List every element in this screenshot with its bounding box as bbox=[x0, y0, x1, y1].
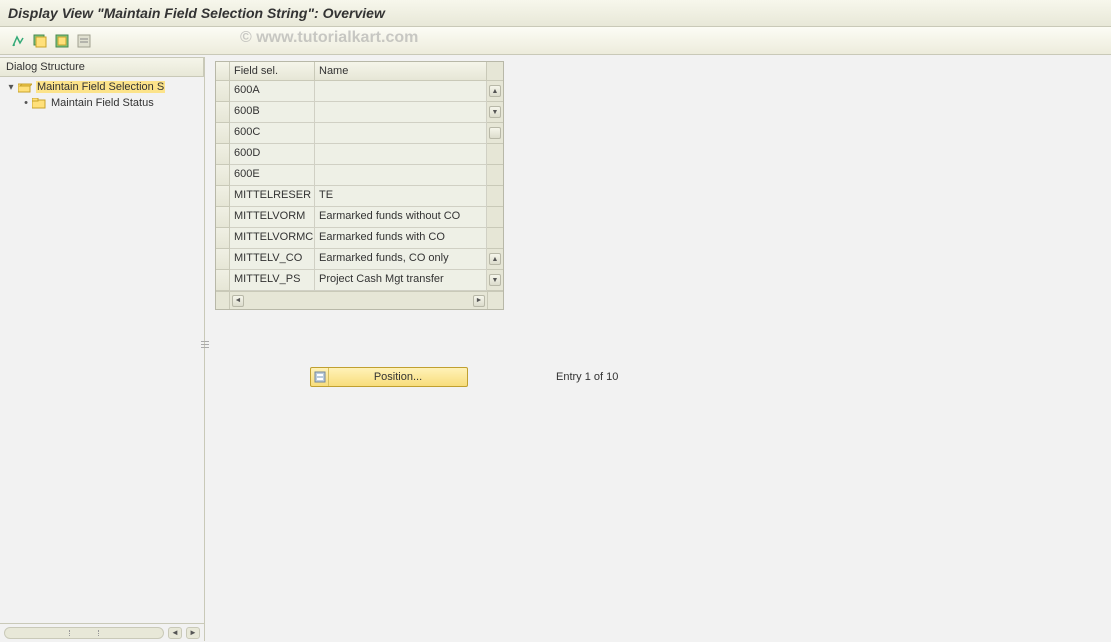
cell-field-sel[interactable]: 600C bbox=[230, 123, 315, 144]
vscroll-cell: ▼ bbox=[487, 270, 503, 291]
table-row: 600C bbox=[216, 123, 503, 144]
hscroll-left-icon[interactable]: ◄ bbox=[168, 627, 182, 639]
column-header-name[interactable]: Name bbox=[315, 62, 487, 80]
cell-field-sel[interactable]: MITTELVORM bbox=[230, 207, 315, 228]
cell-field-sel[interactable]: MITTELRESER bbox=[230, 186, 315, 207]
table-row: MITTELV_COEarmarked funds, CO only▲ bbox=[216, 249, 503, 270]
cell-field-sel[interactable]: 600D bbox=[230, 144, 315, 165]
vscroll-up-icon[interactable]: ▲ bbox=[489, 253, 501, 265]
vscroll-cell bbox=[487, 123, 503, 144]
splitter-handle[interactable] bbox=[201, 332, 209, 356]
title-text: Display View "Maintain Field Selection S… bbox=[8, 5, 385, 21]
dialog-structure-panel: Dialog Structure ▾ Maintain Field Select… bbox=[0, 57, 205, 641]
cell-field-sel[interactable]: MITTELV_CO bbox=[230, 249, 315, 270]
select-block-icon[interactable] bbox=[52, 32, 72, 50]
row-selector[interactable] bbox=[216, 228, 230, 249]
tree-toggle-icon[interactable]: ▾ bbox=[6, 82, 16, 93]
tree: ▾ Maintain Field Selection S • Maintain … bbox=[0, 77, 204, 623]
row-selector[interactable] bbox=[216, 102, 230, 123]
cell-field-sel[interactable]: 600E bbox=[230, 165, 315, 186]
tree-bullet-icon: • bbox=[22, 97, 30, 109]
column-select-all[interactable] bbox=[216, 62, 230, 80]
vscroll-cell bbox=[487, 144, 503, 165]
vscroll-cell: ▼ bbox=[487, 102, 503, 123]
tree-item-label: Maintain Field Status bbox=[50, 97, 155, 109]
cell-field-sel[interactable]: 600A bbox=[230, 81, 315, 102]
toolbar-expand-icon[interactable] bbox=[8, 32, 28, 50]
cell-name[interactable] bbox=[315, 102, 487, 123]
vscroll-cell bbox=[487, 186, 503, 207]
cell-name[interactable] bbox=[315, 123, 487, 144]
column-header-field-sel[interactable]: Field sel. bbox=[230, 62, 315, 80]
cell-name[interactable] bbox=[315, 165, 487, 186]
row-selector[interactable] bbox=[216, 186, 230, 207]
table-row: MITTELRESERTE bbox=[216, 186, 503, 207]
vscroll-cell: ▲ bbox=[487, 249, 503, 270]
position-bar: Position... Entry 1 of 10 bbox=[310, 367, 618, 387]
select-all-icon[interactable] bbox=[30, 32, 50, 50]
footer-scroll-corner bbox=[487, 292, 503, 309]
vscroll-cell: ▲ bbox=[487, 81, 503, 102]
hscroll-footer[interactable]: ◄ ► bbox=[230, 292, 487, 309]
cell-field-sel[interactable]: 600B bbox=[230, 102, 315, 123]
entry-counter: Entry 1 of 10 bbox=[556, 371, 618, 383]
folder-open-icon bbox=[18, 82, 32, 93]
cell-name[interactable] bbox=[315, 144, 487, 165]
vscroll-thumb[interactable] bbox=[489, 127, 501, 139]
table-row: MITTELVORMCEarmarked funds with CO bbox=[216, 228, 503, 249]
table-footer: ◄ ► bbox=[216, 291, 503, 309]
position-icon bbox=[311, 368, 329, 386]
row-selector[interactable] bbox=[216, 165, 230, 186]
hscroll-right-icon[interactable]: ► bbox=[186, 627, 200, 639]
vscroll-down-icon[interactable]: ▼ bbox=[489, 106, 501, 118]
row-selector[interactable] bbox=[216, 144, 230, 165]
cell-name[interactable]: Earmarked funds, CO only bbox=[315, 249, 487, 270]
vscroll-cell bbox=[487, 165, 503, 186]
vscroll-up-icon[interactable]: ▲ bbox=[489, 85, 501, 97]
table-header: Field sel. Name bbox=[216, 62, 503, 81]
table-row: MITTELV_PSProject Cash Mgt transfer▼ bbox=[216, 270, 503, 291]
vscroll-cell bbox=[487, 228, 503, 249]
vscroll-cell bbox=[487, 207, 503, 228]
content-area: Field sel. Name 600A▲600B▼600C600D600EMI… bbox=[205, 57, 1111, 641]
row-selector[interactable] bbox=[216, 81, 230, 102]
watermark: © www.tutorialkart.com bbox=[240, 29, 418, 47]
sidebar-hscroll: ◄ ► bbox=[0, 623, 204, 641]
row-selector[interactable] bbox=[216, 249, 230, 270]
row-selector[interactable] bbox=[216, 123, 230, 144]
hscroll-track[interactable] bbox=[4, 627, 164, 639]
footer-corner bbox=[216, 292, 230, 309]
hscroll-left-icon[interactable]: ◄ bbox=[232, 295, 244, 307]
cell-field-sel[interactable]: MITTELVORMC bbox=[230, 228, 315, 249]
table-row: 600B ▼ bbox=[216, 102, 503, 123]
table-row: 600E bbox=[216, 165, 503, 186]
tree-item-maintain-field-selection[interactable]: ▾ Maintain Field Selection S bbox=[0, 79, 204, 95]
page-title: Display View "Maintain Field Selection S… bbox=[0, 0, 1111, 27]
tree-item-label: Maintain Field Selection S bbox=[36, 81, 165, 93]
row-selector[interactable] bbox=[216, 270, 230, 291]
position-label: Position... bbox=[329, 371, 467, 383]
cell-name[interactable] bbox=[315, 81, 487, 102]
row-selector[interactable] bbox=[216, 207, 230, 228]
table-control: Field sel. Name 600A▲600B▼600C600D600EMI… bbox=[215, 61, 504, 310]
cell-name[interactable]: TE bbox=[315, 186, 487, 207]
hscroll-right-icon[interactable]: ► bbox=[473, 295, 485, 307]
tree-item-maintain-field-status[interactable]: • Maintain Field Status bbox=[0, 95, 204, 111]
deselect-all-icon[interactable] bbox=[74, 32, 94, 50]
table-row: 600D bbox=[216, 144, 503, 165]
position-button[interactable]: Position... bbox=[310, 367, 468, 387]
table-body: 600A▲600B▼600C600D600EMITTELRESERTEMITTE… bbox=[216, 81, 503, 291]
sidebar-title: Dialog Structure bbox=[0, 57, 204, 77]
folder-closed-icon bbox=[32, 98, 46, 109]
column-scrollbar-head bbox=[487, 62, 503, 80]
cell-name[interactable]: Project Cash Mgt transfer bbox=[315, 270, 487, 291]
vscroll-down-icon[interactable]: ▼ bbox=[489, 274, 501, 286]
table-row: MITTELVORMEarmarked funds without CO bbox=[216, 207, 503, 228]
cell-field-sel[interactable]: MITTELV_PS bbox=[230, 270, 315, 291]
cell-name[interactable]: Earmarked funds with CO bbox=[315, 228, 487, 249]
cell-name[interactable]: Earmarked funds without CO bbox=[315, 207, 487, 228]
table-row: 600A ▲ bbox=[216, 81, 503, 102]
toolbar: © www.tutorialkart.com bbox=[0, 27, 1111, 55]
